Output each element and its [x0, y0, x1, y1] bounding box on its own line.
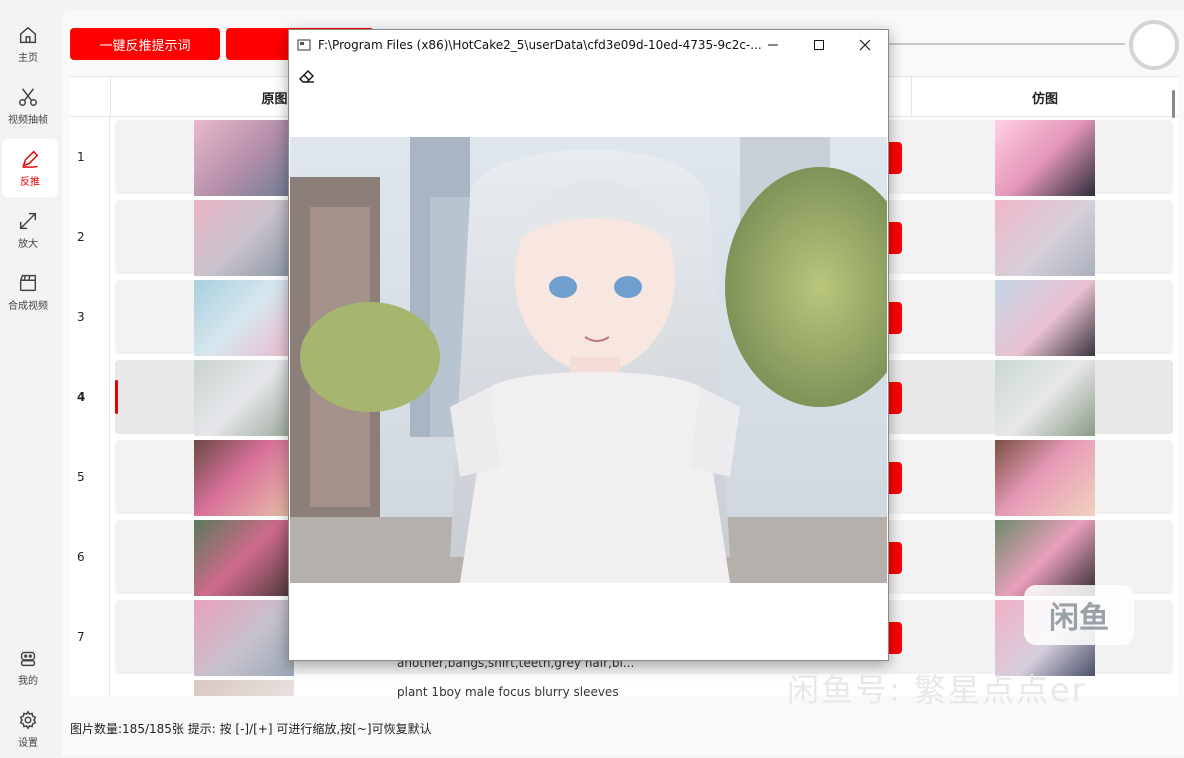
- home-icon: [19, 26, 37, 44]
- selection-indicator: [115, 380, 118, 414]
- clapper-icon: [19, 274, 37, 292]
- table-scrollbar[interactable]: [1172, 90, 1175, 118]
- row-number: 6: [70, 517, 110, 597]
- pen-icon: [22, 150, 39, 168]
- row-number: 2: [70, 197, 110, 277]
- preview-image-art: [290, 137, 887, 583]
- generated-thumbnail[interactable]: [995, 440, 1095, 516]
- row-number: 3: [70, 277, 110, 357]
- sidebar-item-label: 视频抽帧: [8, 115, 48, 126]
- row-number: 5: [70, 437, 110, 517]
- generated-thumbnail[interactable]: [995, 200, 1095, 276]
- row-number: 1: [70, 117, 110, 197]
- reverse-all-button[interactable]: 一键反推提示词: [70, 28, 220, 60]
- sidebar: 主页 视频抽帧 反推 放大 合成视频 我的 设置: [0, 0, 60, 757]
- sidebar-item-label: 主页: [18, 53, 38, 64]
- sidebar-item-label: 反推: [20, 177, 40, 188]
- watermark-logo: 闲鱼: [1024, 585, 1134, 645]
- status-bar-text: 图片数量:185/185张 提示: 按 [-]/[+] 可进行缩放,按[~]可恢…: [70, 722, 432, 736]
- eraser-button[interactable]: [297, 66, 317, 86]
- generated-thumbnail[interactable]: [995, 120, 1095, 196]
- row-number: [70, 677, 110, 696]
- sidebar-item-reverse[interactable]: 反推: [2, 139, 58, 197]
- row-tags-text: plant 1boy male focus blurry sleeves: [397, 685, 619, 699]
- row-number: 7: [70, 597, 110, 677]
- original-thumbnail[interactable]: [194, 600, 294, 676]
- maximize-button[interactable]: [796, 30, 842, 60]
- sidebar-item-home[interactable]: 主页: [0, 15, 56, 73]
- window-title: F:\Program Files (x86)\HotCake2_5\userDa…: [318, 38, 762, 52]
- original-thumbnail[interactable]: [194, 680, 294, 696]
- sidebar-item-label: 合成视频: [8, 301, 48, 312]
- maximize-icon: [814, 40, 824, 50]
- minimize-icon: [768, 44, 778, 46]
- original-thumbnail[interactable]: [194, 120, 294, 196]
- watermark-text: 闲鱼号: 繁星点点er: [787, 671, 1087, 709]
- app-icon: [297, 39, 311, 51]
- sidebar-item-label: 我的: [18, 676, 38, 687]
- original-thumbnail[interactable]: [194, 200, 294, 276]
- sidebar-item-settings[interactable]: 设置: [0, 700, 56, 758]
- generated-thumbnail[interactable]: [995, 360, 1095, 436]
- sidebar-item-upscale[interactable]: 放大: [0, 201, 56, 259]
- robot-icon: [20, 651, 36, 667]
- close-icon: [859, 39, 871, 51]
- original-thumbnail[interactable]: [194, 520, 294, 596]
- original-thumbnail[interactable]: [194, 440, 294, 516]
- original-thumbnail[interactable]: [194, 360, 294, 436]
- preview-image[interactable]: [290, 137, 887, 583]
- original-thumbnail[interactable]: [194, 280, 294, 356]
- expand-icon: [19, 212, 37, 230]
- sidebar-item-label: 设置: [18, 738, 38, 749]
- scissors-icon: [19, 88, 37, 106]
- sidebar-item-label: 放大: [18, 239, 38, 250]
- sidebar-item-frames[interactable]: 视频抽帧: [0, 77, 56, 135]
- close-button[interactable]: [842, 30, 888, 60]
- sidebar-item-mine[interactable]: 我的: [0, 638, 56, 696]
- gear-icon: [19, 710, 37, 730]
- window-titlebar[interactable]: F:\Program Files (x86)\HotCake2_5\userDa…: [289, 30, 888, 60]
- row-number: 4: [70, 357, 110, 437]
- image-preview-window[interactable]: F:\Program Files (x86)\HotCake2_5\userDa…: [288, 29, 889, 661]
- sidebar-item-compose[interactable]: 合成视频: [0, 263, 56, 321]
- generated-thumbnail[interactable]: [995, 280, 1095, 356]
- eraser-icon: [299, 70, 314, 83]
- minimize-button[interactable]: [750, 30, 796, 60]
- header-generated: 仿图: [911, 77, 1178, 117]
- zoom-slider-track[interactable]: [880, 43, 1125, 45]
- zoom-slider-knob[interactable]: [1129, 20, 1179, 70]
